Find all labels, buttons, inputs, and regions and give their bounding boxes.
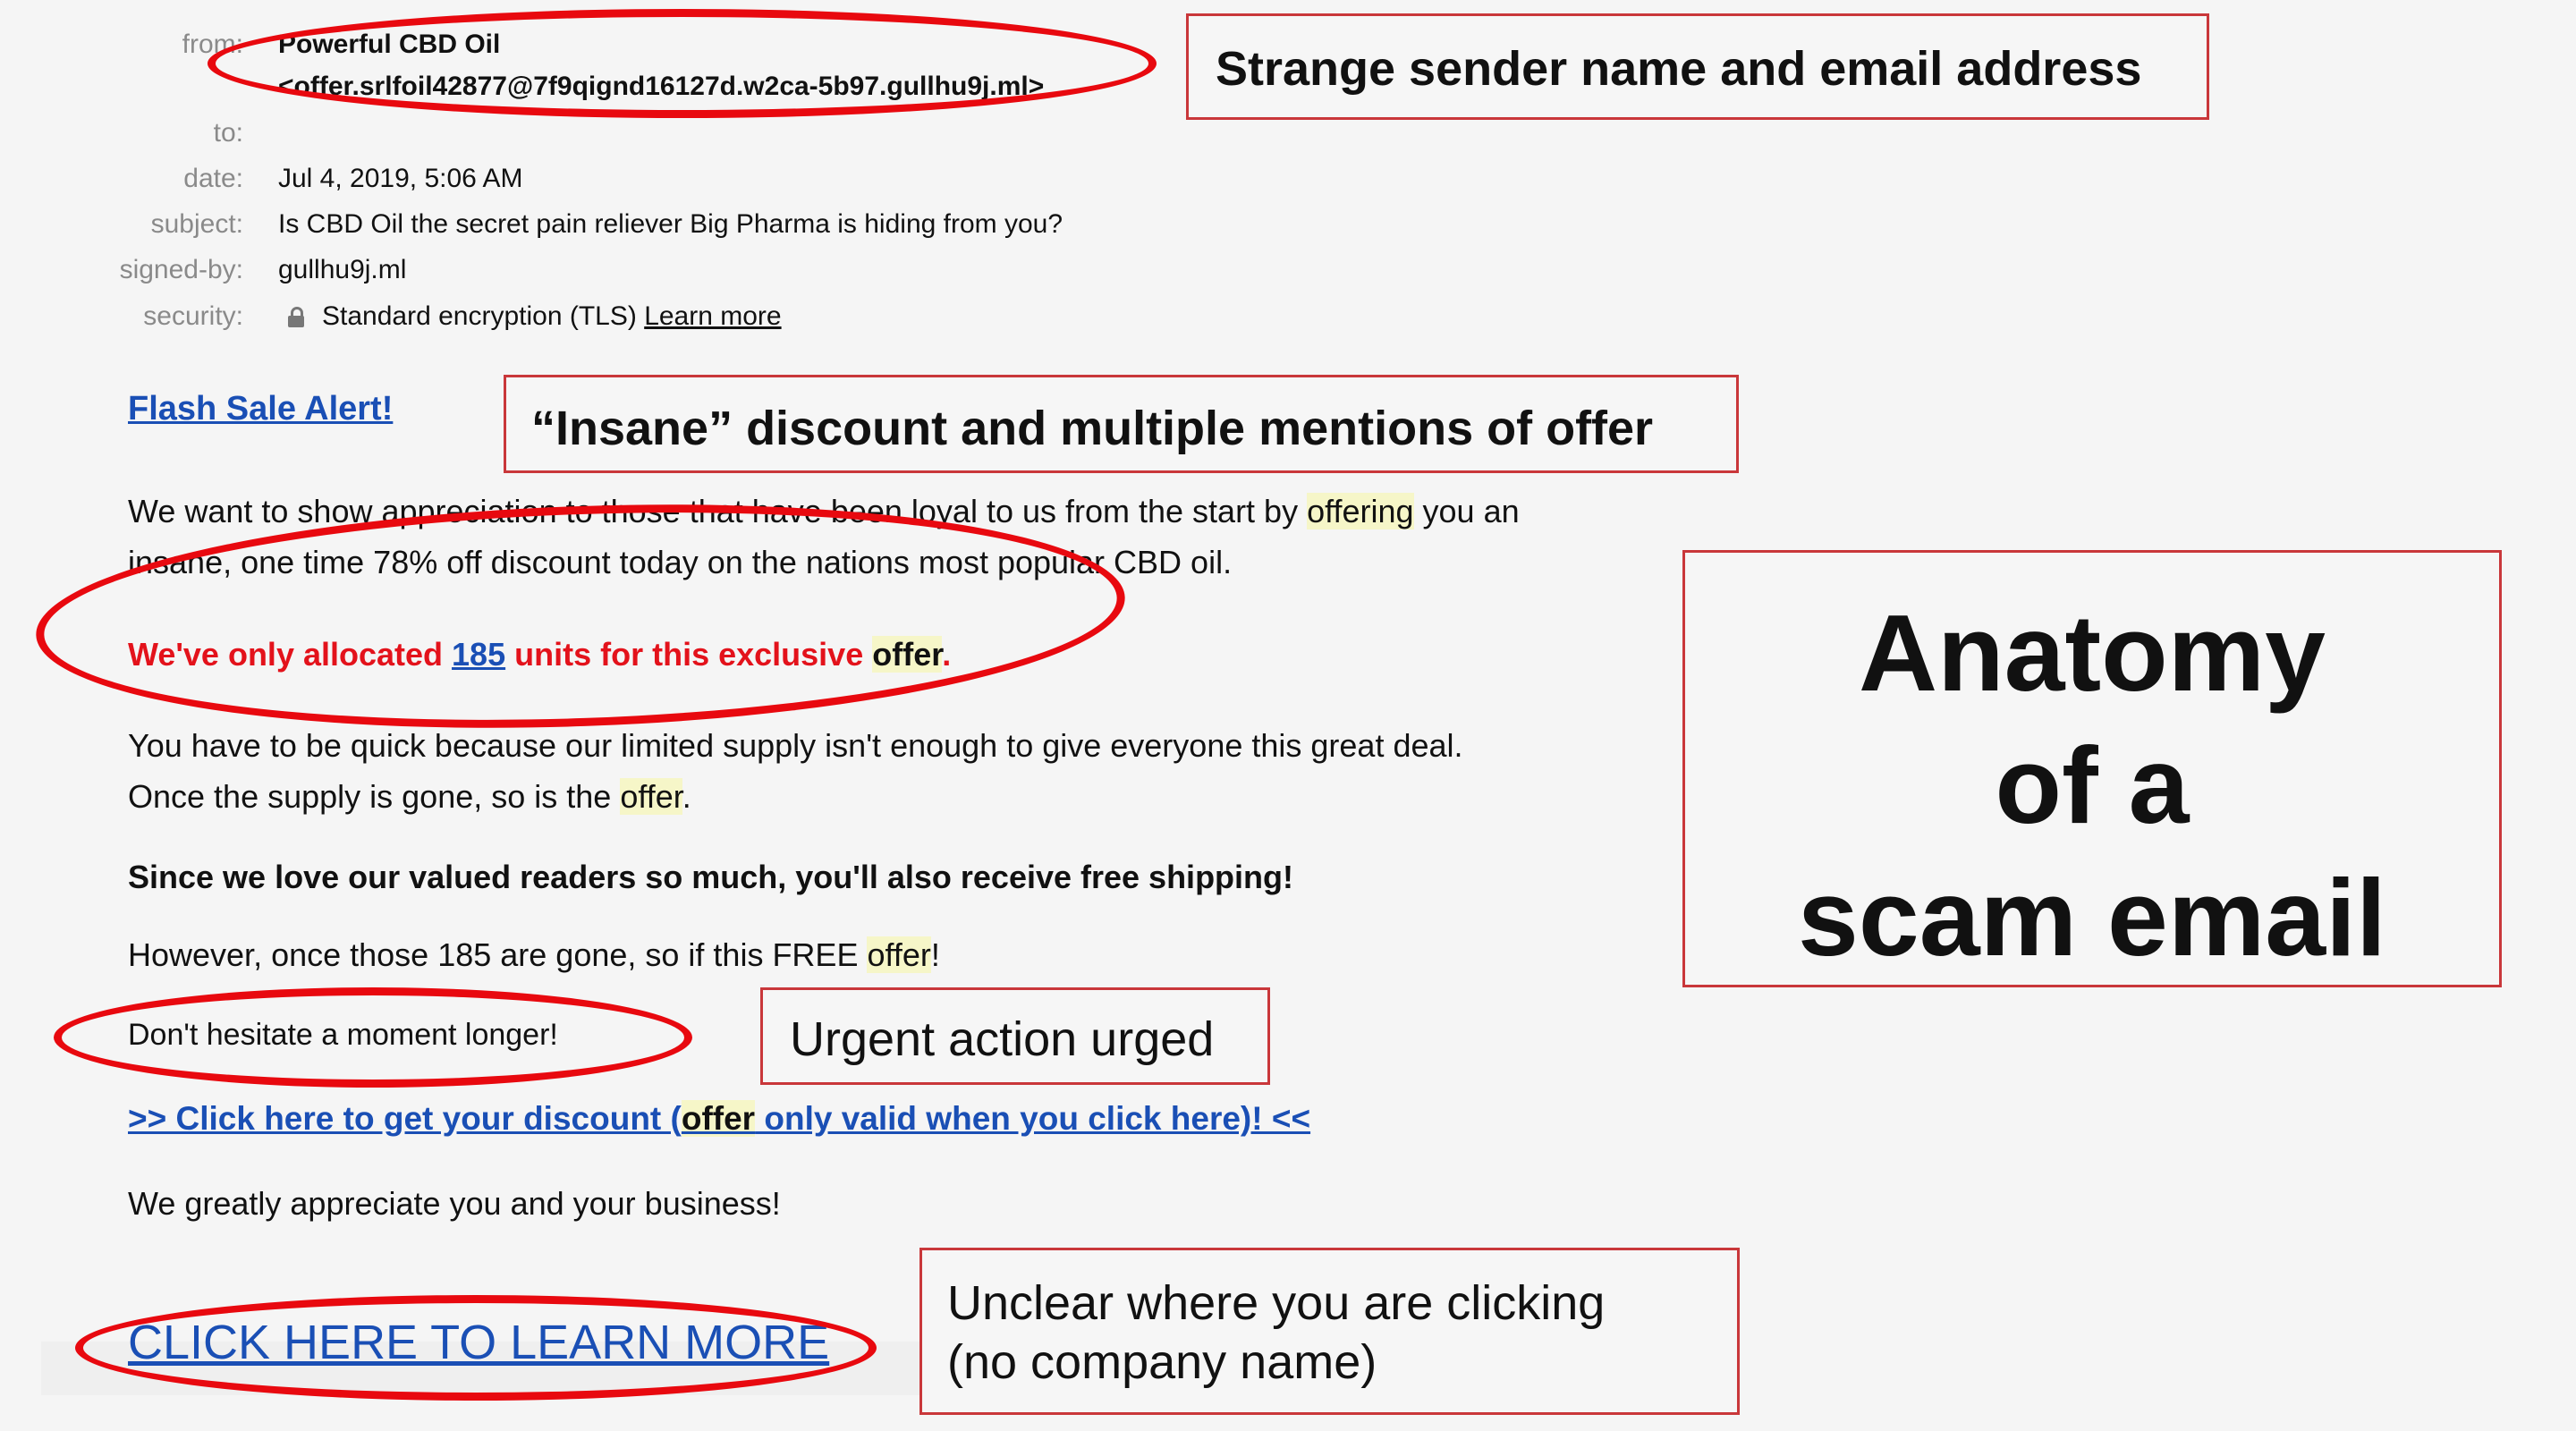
allocation-warning: We've only allocated 185 units for this … [128,636,951,673]
highlight-offer: offer [872,636,943,673]
lock-icon [288,307,304,327]
learn-more-cta-link[interactable]: CLICK HERE TO LEARN MORE [128,1315,829,1370]
text: >> Click here to get your discount ( [128,1100,682,1137]
highlight-offer: offer [681,1100,756,1137]
text: We've only allocated [128,636,453,673]
text: ! [930,936,940,973]
paragraph-appreciation-line2: insane, one time 78% off discount today … [128,544,1233,580]
dont-hesitate-text: Don't hesitate a moment longer! [128,1018,558,1052]
security-label: security: [143,301,243,331]
units-link[interactable]: 185 [452,636,505,673]
highlight-offering: offering [1307,493,1414,529]
paragraph-supply-line1: You have to be quick because our limited… [128,727,1463,764]
annotation-box-insane: “Insane” discount and multiple mentions … [504,375,1739,473]
date-value: Jul 4, 2019, 5:06 AM [278,164,523,193]
text: We want to show appreciation to those th… [128,493,1308,529]
text: units for this exclusive [505,636,873,673]
subject-label: subject: [150,209,243,239]
annotation-sender-text: Strange sender name and email address [1216,42,2142,96]
annotation-insane-text: “Insane” discount and multiple mentions … [531,402,1654,455]
signed-by-value: gullhu9j.ml [278,255,407,284]
paragraph-appreciation-line1: We want to show appreciation to those th… [128,493,1520,530]
paragraph-supply-line2: Once the supply is gone, so is the offer… [128,778,691,816]
flash-sale-link[interactable]: Flash Sale Alert! [128,390,393,428]
text: However, once those 185 are gone, so if … [128,936,868,973]
closing-text: We greatly appreciate you and your busin… [128,1185,781,1222]
title-box: Anatomy of a scam email [1682,550,2502,987]
highlight-offer: offer [867,936,931,973]
annotation-box-unclear: Unclear where you are clicking (no compa… [919,1248,1740,1415]
to-label: to: [213,118,243,148]
security-value: Standard encryption (TLS) Learn more [288,301,782,332]
text: . [682,778,691,815]
annotation-box-urgent: Urgent action urged [760,987,1270,1085]
annotation-unclear-line2: (no company name) [947,1335,1377,1389]
annotation-urgent-text: Urgent action urged [790,1012,1215,1066]
signed-by-label: signed-by: [119,255,243,284]
text: you an [1413,493,1520,529]
title-line2: of a [1995,724,2190,846]
annotation-unclear-line1: Unclear where you are clicking [947,1276,1606,1330]
sender-address: <offer.srlfoil42877@7f9qignd16127d.w2ca-… [278,72,1045,101]
text: only valid when you click here)! << [755,1100,1311,1137]
title-line1: Anatomy [1859,592,2326,714]
date-label: date: [183,164,243,193]
from-label: from: [182,30,243,59]
discount-link[interactable]: >> Click here to get your discount (offe… [128,1100,1310,1138]
text: Once the supply is gone, so is the [128,778,621,815]
sender-name: Powerful CBD Oil [278,30,501,59]
text: . [942,636,952,673]
annotation-box-sender: Strange sender name and email address [1186,13,2209,120]
security-text: Standard encryption (TLS) [322,301,637,331]
learn-more-link[interactable]: Learn more [644,301,781,331]
subject-value: Is CBD Oil the secret pain reliever Big … [278,209,1063,239]
paragraph-however: However, once those 185 are gone, so if … [128,936,940,974]
highlight-offer: offer [620,778,682,815]
title-line3: scam email [1798,857,2386,978]
free-shipping-text: Since we love our valued readers so much… [128,859,1294,895]
